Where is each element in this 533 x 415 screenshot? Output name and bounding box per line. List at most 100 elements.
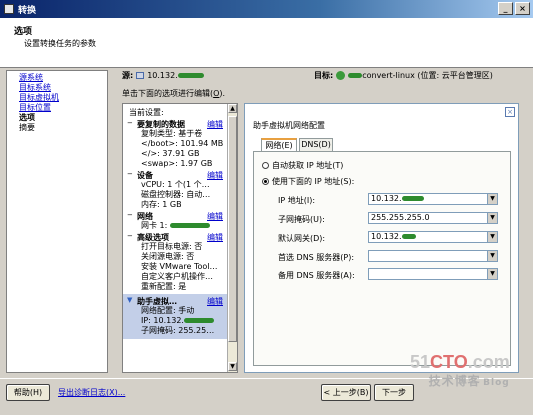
settings-section-data[interactable]: − 要复制的数据 编辑 复制类型: 基于卷 </boot>: 101.94 MB…	[123, 119, 229, 169]
collapse-icon[interactable]: −	[127, 170, 133, 178]
chevron-down-icon[interactable]: ▼	[487, 232, 497, 242]
wm-51: 51	[410, 352, 431, 372]
vm-icon	[336, 71, 346, 80]
setting-row: </boot>: 101.94 MB	[141, 139, 224, 148]
scroll-thumb[interactable]	[228, 116, 237, 342]
server-icon	[136, 72, 145, 79]
settings-list[interactable]: 当前设置: − 要复制的数据 编辑 复制类型: 基于卷 </boot>: 101…	[122, 103, 238, 373]
redacted-mark	[169, 223, 210, 228]
subnet-mask-field[interactable]: 255.255.255.0 ▼	[368, 212, 498, 224]
section-title: 要复制的数据	[137, 120, 185, 129]
nav-target-vm[interactable]: 目标虚拟机	[19, 93, 107, 103]
close-icon[interactable]: ×	[505, 107, 515, 117]
scroll-down-icon[interactable]: ▼	[228, 362, 237, 371]
app-icon	[4, 4, 14, 14]
setting-row: 磁盘控制器: 自动…	[141, 190, 211, 199]
target-info: 目标: convert-linux (位置: 云平台管理区)	[314, 70, 493, 81]
collapse-icon[interactable]: −	[127, 232, 133, 240]
help-button[interactable]: 帮助(H)	[6, 384, 50, 401]
setting-row: 自定义客户机操作…	[141, 272, 213, 281]
source-info: 源: 10.132.	[122, 70, 204, 81]
setting-row: 网卡 1:	[123, 221, 229, 231]
setting-row: 子网掩码: 255.25…	[141, 326, 215, 335]
watermark-line2: 技术博客 Blog	[410, 372, 510, 389]
export-logs-link[interactable]: 导出诊断日志(X)...	[58, 387, 125, 398]
radio-button[interactable]	[262, 162, 269, 169]
panel-title: 助手虚拟机网络配置	[253, 121, 325, 130]
section-title: 网络	[137, 212, 153, 221]
radio-button[interactable]	[262, 178, 269, 185]
settings-section-network[interactable]: − 网络 编辑 网卡 1:	[123, 211, 229, 231]
wm-com: .com	[467, 352, 510, 372]
page-title: 选项	[14, 27, 33, 37]
chevron-down-icon[interactable]: ▼	[487, 269, 497, 279]
target-label: 目标:	[314, 71, 334, 80]
setting-row: 关闭源电源: 否	[141, 252, 195, 261]
edit-link-helper-vm[interactable]: 编辑	[207, 296, 223, 307]
settings-section-devices[interactable]: − 设备 编辑 vCPU: 1 个(1 个… 磁盘控制器: 自动… 内存: 1 …	[123, 170, 229, 210]
setting-row: 安装 VMware Tool…	[141, 262, 218, 271]
minimize-button[interactable]: _	[498, 2, 513, 15]
preferred-dns-label: 首选 DNS 服务器(P):	[278, 253, 355, 262]
preferred-dns-field[interactable]: ▼	[368, 250, 498, 262]
settings-section-advanced[interactable]: − 高级选项 编辑 打开目标电源: 否 关闭源电源: 否 安装 VMware T…	[123, 232, 229, 292]
alternate-dns-field[interactable]: ▼	[368, 268, 498, 280]
wizard-header: 选项 设置转换任务的参数	[0, 18, 533, 68]
back-button[interactable]: < 上一步(B)	[321, 384, 371, 401]
source-label: 源:	[122, 71, 134, 80]
edit-link-network[interactable]: 编辑	[207, 211, 223, 222]
setting-row: 重新配置: 是	[141, 282, 187, 291]
ip-label: IP: 10.132.	[141, 316, 184, 325]
hint-text: 单击下面的选项进行编辑(	[122, 89, 214, 98]
edit-link-advanced[interactable]: 编辑	[207, 232, 223, 243]
edit-link-data[interactable]: 编辑	[207, 119, 223, 130]
gateway-field[interactable]: 10.132. ▼	[368, 231, 498, 243]
wm-cto: CTO	[430, 352, 468, 372]
nic-label: 网卡 1:	[141, 221, 168, 230]
section-title: 高级选项	[137, 233, 169, 242]
chevron-down-icon[interactable]: ▼	[487, 213, 497, 223]
subnet-mask-value: 255.255.255.0	[371, 213, 430, 222]
nav-options: 选项	[19, 113, 35, 122]
radio-label: 使用下面的 IP 地址(S):	[272, 177, 355, 186]
watermark-line1: 51CTO.com	[410, 352, 510, 372]
scroll-up-icon[interactable]: ▲	[228, 104, 237, 113]
network-tab-content: 自动获取 IP 地址(T) 使用下面的 IP 地址(S): IP 地址(I): …	[253, 151, 511, 366]
collapse-icon[interactable]: −	[127, 119, 133, 127]
setting-row: 复制类型: 基于卷	[141, 129, 203, 138]
radio-manual-ip[interactable]: 使用下面的 IP 地址(S):	[262, 176, 354, 187]
tab-dns[interactable]: DNS(D)	[299, 138, 333, 152]
radio-auto-ip[interactable]: 自动获取 IP 地址(T)	[262, 160, 343, 171]
source-ip: 10.132.	[147, 71, 178, 80]
collapse-icon[interactable]: −	[127, 211, 133, 219]
nav-source-system[interactable]: 源系统	[19, 73, 107, 83]
setting-row: <swap>: 1.97 GB	[141, 159, 213, 168]
wm-blog-cn: 技术博客	[428, 374, 481, 388]
ip-address-label: IP 地址(I):	[278, 196, 316, 205]
watermark: 51CTO.com 技术博客 Blog	[410, 352, 510, 389]
redacted-mark	[401, 234, 416, 239]
setting-row: 网络配置: 手动	[141, 306, 195, 315]
chevron-down-icon[interactable]: ▼	[487, 194, 497, 204]
chevron-down-icon[interactable]: ▼	[487, 251, 497, 261]
nav-target-system[interactable]: 目标系统	[19, 83, 107, 93]
nav-target-location[interactable]: 目标位置	[19, 103, 107, 113]
nav-summary: 摘要	[19, 123, 35, 132]
page-subtitle: 设置转换任务的参数	[24, 39, 96, 48]
window-title: 转换	[18, 5, 37, 16]
edit-link-devices[interactable]: 编辑	[207, 170, 223, 181]
ip-address-field[interactable]: 10.132. ▼	[368, 193, 498, 205]
gateway-label: 默认网关(D):	[278, 234, 326, 243]
setting-row: 打开目标电源: 否	[141, 242, 203, 251]
section-title: 设备	[137, 171, 153, 180]
next-button[interactable]: 下一步	[374, 384, 414, 401]
setting-row: 内存: 1 GB	[141, 200, 182, 209]
close-window-button[interactable]: ×	[515, 2, 530, 15]
redacted-mark	[183, 318, 214, 323]
settings-scrollbar[interactable]: ▲ ▼	[227, 104, 237, 372]
wm-blog-en: Blog	[483, 378, 510, 388]
redacted-mark	[177, 73, 204, 78]
collapse-icon[interactable]: ▼	[127, 296, 132, 304]
settings-section-helper-vm[interactable]: ▼ 助手虚拟… 编辑 网络配置: 手动 IP: 10.132. 子网掩码: 25…	[123, 294, 229, 339]
radio-label: 自动获取 IP 地址(T)	[272, 161, 344, 170]
